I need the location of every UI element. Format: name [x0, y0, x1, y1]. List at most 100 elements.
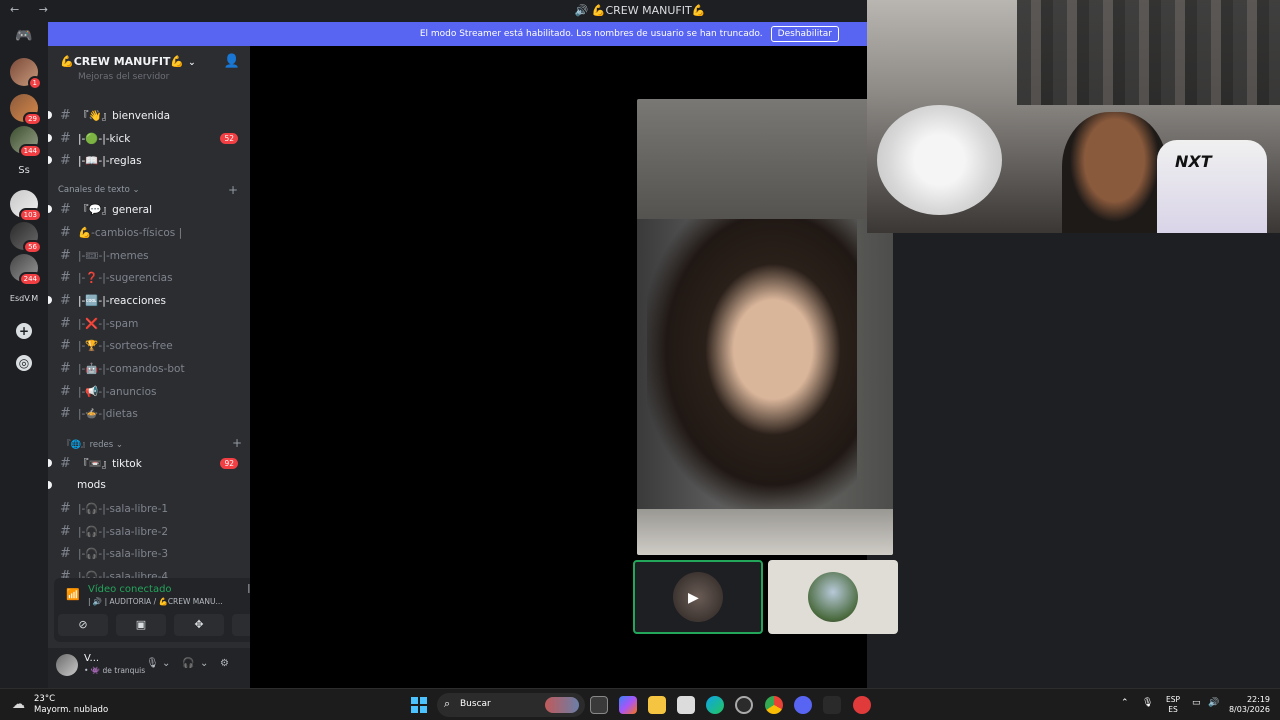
clock[interactable]: 22:19 8/03/2026 — [1224, 695, 1270, 715]
screen-share-button[interactable]: ▣ — [116, 614, 166, 636]
participant-tile[interactable]: ▶ — [633, 560, 763, 634]
disable-streamer-button[interactable]: Deshabilitar — [770, 26, 839, 42]
server-text-icon[interactable]: Ss — [0, 165, 48, 176]
channel-sidebar: 💪CREW MANUFIT💪 ⌄ 👤 Mejoras del servidor #… — [48, 46, 250, 688]
discord-icon[interactable] — [794, 696, 812, 714]
chevron-down-icon: ⌄ — [188, 58, 196, 68]
noise-suppression-icon[interactable]: ⫼ — [242, 584, 250, 600]
headphones-icon[interactable]: 🎧 — [182, 658, 194, 669]
discord-logo-icon[interactable]: 🎮 — [12, 28, 36, 48]
volume-icon[interactable]: 🔊 — [1208, 698, 1219, 708]
weather-condition[interactable]: Mayorm. nublado — [34, 705, 108, 715]
voice-location[interactable]: | 🔊 | AUDITORIA / 💪CREW MANU... — [88, 597, 223, 606]
copilot-icon[interactable] — [619, 696, 637, 714]
channel-spam[interactable]: # |-❌-|-spam — [48, 312, 250, 334]
hash-icon: # — [60, 107, 71, 123]
network-icon[interactable]: ▭ — [1192, 698, 1201, 708]
channel-bienvenida[interactable]: # 『👋』bienvenida — [48, 104, 250, 126]
channel-kick[interactable]: # |-🟢-|-kick 52 — [48, 127, 250, 149]
channel-reacciones[interactable]: # |-🆒-|-reacciones — [48, 289, 250, 311]
channel-reglas[interactable]: # |-📖-|-reglas — [48, 149, 250, 171]
channel-name: |-❌-|-spam — [78, 317, 139, 330]
activities-button[interactable]: ✥ — [174, 614, 224, 636]
avatar[interactable] — [56, 654, 78, 676]
language-indicator[interactable]: ESP ES — [1163, 695, 1183, 715]
hash-icon: # — [60, 337, 71, 353]
channel-mods[interactable]: mods — [48, 474, 250, 496]
participant-tile[interactable] — [768, 560, 898, 634]
soundboard-button[interactable]: ♫ — [232, 614, 250, 636]
edge-icon[interactable] — [706, 696, 724, 714]
main-video-feed[interactable] — [637, 99, 893, 555]
hash-icon: # — [60, 545, 71, 561]
server-icon[interactable]: 56 — [10, 222, 42, 254]
channel-tiktok[interactable]: # 『📼』tiktok 92 — [48, 452, 250, 474]
chevron-down-icon[interactable]: ⌄ — [162, 658, 170, 669]
signal-icon[interactable]: 📶 — [66, 588, 80, 602]
activities-icon: ✥ — [194, 618, 204, 631]
channel-name: |-🎧-|-sala-libre-1 — [78, 502, 169, 515]
streamer-image — [1062, 112, 1167, 233]
channel-name: |-❓-|-sugerencias — [78, 271, 173, 284]
add-channel-icon[interactable]: + — [232, 436, 242, 450]
microphone-icon[interactable]: 🎙 — [1142, 698, 1153, 708]
unread-indicator — [48, 459, 52, 467]
channel-sala-libre-1[interactable]: # |-🎧-|-sala-libre-1 — [48, 497, 250, 519]
channel-sala-libre-2[interactable]: # |-🎧-|-sala-libre-2 — [48, 520, 250, 542]
channel-sala-libre-3[interactable]: # |-🎧-|-sala-libre-3 — [48, 542, 250, 564]
hash-icon: # — [60, 224, 71, 240]
unread-indicator — [48, 481, 52, 489]
weather-temp[interactable]: 23°C — [34, 694, 55, 704]
channel-comandos-bot[interactable]: # |-🤖-|-comandos-bot — [48, 357, 250, 379]
voice-status: Vídeo conectado — [88, 584, 172, 595]
hash-icon: # — [60, 315, 71, 331]
server-icon[interactable]: 103 — [10, 190, 42, 222]
gaming-chair-image: NXT — [1157, 140, 1267, 233]
add-server-icon[interactable]: + — [16, 323, 32, 339]
channel-name: 💪-cambios-físicos | — [78, 226, 183, 239]
server-text-icon[interactable]: EsdV.M — [0, 294, 48, 303]
search-box[interactable]: ⌕ Buscar — [437, 693, 585, 717]
participant-avatar — [808, 572, 858, 622]
mention-badge: 244 — [18, 272, 42, 286]
channel-cambios-fisicos[interactable]: # 💪-cambios-físicos | — [48, 221, 250, 243]
gear-icon[interactable]: ⚙ — [220, 658, 229, 669]
file-explorer-icon[interactable] — [648, 696, 666, 714]
channel-dietas[interactable]: # |-🍲-|dietas — [48, 402, 250, 424]
add-channel-icon[interactable]: + — [228, 183, 238, 197]
task-view-icon[interactable] — [590, 696, 608, 714]
category-label: 『🌐』redes — [62, 440, 114, 450]
channel-anuncios[interactable]: # |-📢-|-anuncios — [48, 380, 250, 402]
date: 8/03/2026 — [1228, 705, 1270, 714]
weather-icon[interactable]: ☁ — [12, 697, 30, 713]
server-icon[interactable]: 244 — [10, 254, 42, 286]
server-icon[interactable]: 29 — [10, 94, 42, 126]
channel-general[interactable]: # 『💬』general — [48, 198, 250, 220]
discover-icon[interactable]: ◎ — [16, 355, 32, 371]
truncated-channel[interactable]: Mejoras del servidor — [78, 72, 169, 82]
microphone-icon[interactable]: 🎙 — [146, 658, 159, 669]
windows-start-icon[interactable] — [411, 697, 427, 713]
user-panel: V... • 👾 de tranquis 🎙 ⌄ 🎧 ⌄ ⚙ — [48, 648, 250, 688]
search-icon: ⌕ — [444, 697, 451, 710]
server-icon[interactable]: 1 — [10, 58, 42, 90]
chevron-down-icon[interactable]: ⌄ — [200, 658, 208, 669]
channel-memes[interactable]: # |-🎟-|-memes — [48, 244, 250, 266]
channel-sugerencias[interactable]: # |-❓-|-sugerencias — [48, 266, 250, 288]
channel-name: |-🤖-|-comandos-bot — [78, 362, 185, 375]
server-icon[interactable]: 144 — [10, 126, 42, 158]
chrome-icon[interactable] — [765, 696, 783, 714]
camera-off-button[interactable]: ⊘ — [58, 614, 108, 636]
tray-overflow-icon[interactable]: ⌃ — [1121, 698, 1129, 708]
channel-name: |-🎟-|-memes — [78, 249, 149, 262]
unread-indicator — [48, 296, 52, 304]
channel-sorteos-free[interactable]: # |-🏆-|-sorteos-free — [48, 334, 250, 356]
invite-people-icon[interactable]: 👤 — [224, 54, 240, 69]
app-icon[interactable] — [735, 696, 753, 714]
mention-count: 52 — [220, 132, 238, 144]
hash-icon: # — [60, 360, 71, 376]
webcam-overlay: NXT — [867, 0, 1280, 233]
app-icon[interactable] — [853, 696, 871, 714]
store-icon[interactable] — [677, 696, 695, 714]
epic-games-icon[interactable] — [823, 696, 841, 714]
